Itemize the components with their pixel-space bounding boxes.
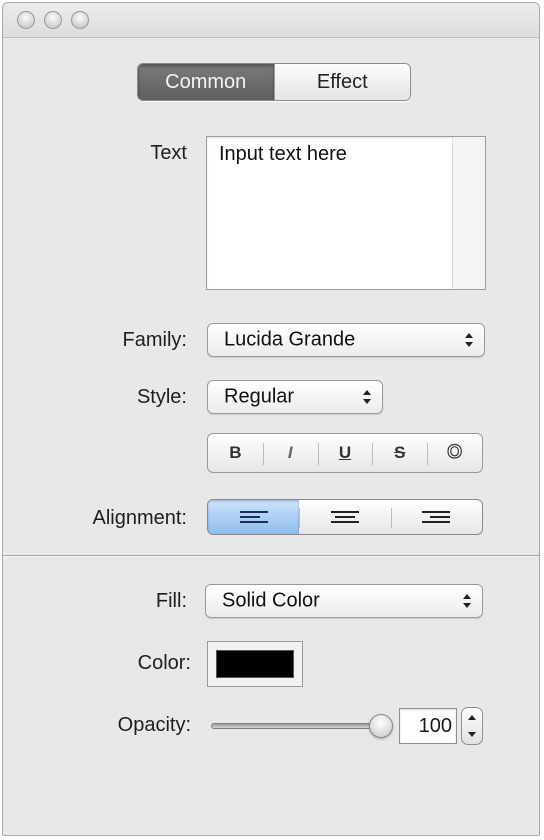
bold-icon: B xyxy=(229,443,242,462)
fill-popup[interactable]: Solid Color xyxy=(205,584,483,618)
style-popup[interactable]: Regular xyxy=(207,380,383,414)
family-value: Lucida Grande xyxy=(224,328,356,351)
tab-effect[interactable]: Effect xyxy=(273,64,410,100)
chevron-down-icon xyxy=(468,732,476,737)
fill-label: Fill: xyxy=(155,590,187,612)
italic-button[interactable]: I xyxy=(262,434,318,472)
underline-button[interactable]: U xyxy=(317,434,373,472)
zoom-window-button[interactable] xyxy=(71,11,89,29)
align-left-button[interactable] xyxy=(208,500,300,534)
style-label: Style: xyxy=(136,386,187,408)
tab-switcher: Common Effect xyxy=(137,63,411,101)
opacity-value-field[interactable]: 100 xyxy=(399,708,457,744)
underline-icon: U xyxy=(338,443,352,462)
opacity-slider-track[interactable] xyxy=(211,723,383,729)
family-popup[interactable]: Lucida Grande xyxy=(207,323,485,357)
opacity-stepper[interactable] xyxy=(461,707,483,745)
color-label: Color: xyxy=(137,652,191,674)
close-window-button[interactable] xyxy=(17,11,35,29)
align-right-button[interactable] xyxy=(390,500,482,534)
minimize-window-button[interactable] xyxy=(44,11,62,29)
text-input-area[interactable]: Input text here xyxy=(206,136,486,290)
up-down-arrows-icon xyxy=(363,390,371,404)
align-left-icon xyxy=(239,511,268,523)
opacity-slider-knob[interactable] xyxy=(369,714,393,738)
title-bar xyxy=(3,3,539,38)
strikethrough-icon: S xyxy=(394,443,406,462)
strikethrough-button[interactable]: S xyxy=(372,434,427,472)
color-swatch xyxy=(216,650,294,678)
color-well[interactable] xyxy=(207,641,303,687)
outline-icon: O xyxy=(447,441,463,463)
fill-value: Solid Color xyxy=(222,589,320,612)
style-value: Regular xyxy=(224,385,295,408)
text-scrollbar[interactable] xyxy=(452,137,485,289)
outline-button[interactable]: O xyxy=(427,434,482,472)
up-down-arrows-icon xyxy=(463,594,471,608)
text-properties-panel: Common Effect Text Input text here Famil… xyxy=(2,2,540,836)
opacity-label: Opacity: xyxy=(117,714,191,736)
section-divider xyxy=(3,555,539,556)
text-label: Text xyxy=(150,142,187,164)
alignment-label: Alignment: xyxy=(92,507,188,529)
bold-button[interactable]: B xyxy=(208,434,263,472)
alignment-control xyxy=(207,499,483,535)
family-label: Family: xyxy=(122,329,187,351)
italic-icon: I xyxy=(287,443,293,462)
text-input-value: Input text here xyxy=(219,143,347,165)
align-center-button[interactable] xyxy=(299,500,390,534)
tab-common[interactable]: Common xyxy=(138,64,274,100)
align-right-icon xyxy=(422,511,451,523)
up-down-arrows-icon xyxy=(465,333,473,347)
align-center-icon xyxy=(330,511,359,523)
opacity-decrement-button[interactable] xyxy=(462,726,482,744)
chevron-up-icon xyxy=(468,715,476,720)
opacity-increment-button[interactable] xyxy=(462,708,482,726)
font-style-buttons: B I U S O xyxy=(207,433,483,473)
